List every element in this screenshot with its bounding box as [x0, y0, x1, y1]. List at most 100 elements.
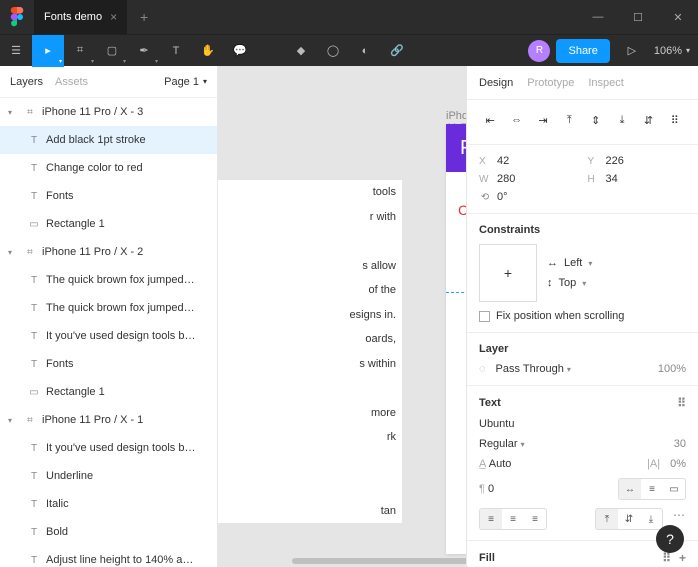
artboard-header: Fonts [446, 124, 466, 172]
text-align-right-icon[interactable]: ≡ [524, 509, 546, 529]
zoom-control[interactable]: 106%▾ [654, 45, 690, 57]
text-align-middle-icon[interactable]: ⇵ [618, 509, 640, 529]
link-icon[interactable]: 🔗 [381, 35, 413, 67]
align-left-icon[interactable]: ⇤ [479, 110, 501, 130]
auto-width-icon[interactable]: ↔ [619, 479, 641, 499]
height-input[interactable]: H34 [588, 173, 687, 185]
assets-tab[interactable]: Assets [55, 76, 88, 88]
layer-item[interactable]: TThe quick brown fox jumped..... [0, 294, 217, 322]
rotation-icon: ⟲ [479, 191, 491, 203]
prototype-tab[interactable]: Prototype [527, 77, 574, 89]
layer-item[interactable]: TItalic [0, 490, 217, 518]
boolean-icon[interactable]: ◐ [349, 35, 381, 67]
user-avatar[interactable]: R [528, 40, 550, 62]
pen-tool[interactable]: ✒▾ [128, 35, 160, 67]
layer-item[interactable]: TBold [0, 518, 217, 546]
tidy-icon[interactable]: ⠿ [664, 110, 686, 130]
text-align-center-icon[interactable]: ≡ [502, 509, 524, 529]
main-menu-button[interactable]: ☰ [0, 35, 32, 67]
close-tab-icon[interactable]: × [110, 10, 117, 24]
window-close-icon[interactable]: ✕ [658, 0, 698, 34]
help-button[interactable]: ? [656, 525, 684, 553]
partial-artboard[interactable]: toolsr with s allowof theesigns in.oards… [218, 180, 402, 523]
fixed-size-icon[interactable]: ▭ [663, 479, 685, 499]
layer-item[interactable]: TFonts [0, 182, 217, 210]
share-button[interactable]: Share [556, 39, 609, 63]
fill-style-icon[interactable]: ⠿ [662, 551, 671, 565]
text-align-left-icon[interactable]: ≡ [480, 509, 502, 529]
window-minimize-icon[interactable]: — [578, 0, 618, 34]
layer-item[interactable]: TFonts [0, 350, 217, 378]
x-input[interactable]: X42 [479, 155, 578, 167]
horizontal-constraint-select[interactable]: ↔Left▾ [547, 257, 592, 269]
line-height-input[interactable]: Auto [489, 458, 512, 470]
font-family-select[interactable]: Ubuntu [479, 418, 686, 430]
inspect-tab[interactable]: Inspect [588, 77, 623, 89]
layer-item[interactable]: TUnderline [0, 462, 217, 490]
y-input[interactable]: Y226 [588, 155, 687, 167]
layer-item[interactable]: TThe quick brown fox jumped..... [0, 266, 217, 294]
canvas[interactable]: toolsr with s allowof theesigns in.oards… [218, 66, 466, 567]
layer-opacity-input[interactable]: 100% [658, 363, 686, 375]
paragraph-spacing-input[interactable]: 0 [488, 483, 494, 495]
design-tab[interactable]: Design [479, 77, 513, 89]
layer-item[interactable]: TAdjust line height to 140% an... [0, 546, 217, 567]
align-bottom-icon[interactable]: ⤓ [611, 110, 633, 130]
add-fill-button[interactable]: + [679, 551, 686, 565]
distribute-icon[interactable]: ⇵ [637, 110, 659, 130]
text-tool[interactable]: T [160, 35, 192, 67]
component-icon[interactable]: ◆ [285, 35, 317, 67]
text-valign-group[interactable]: ⤒ ⇵ ⤓ [595, 508, 663, 530]
move-tool[interactable]: ▸▾ [32, 35, 64, 67]
window-maximize-icon[interactable]: ☐ [618, 0, 658, 34]
text-resize-group[interactable]: ↔ ≡ ▭ [618, 478, 686, 500]
align-top-icon[interactable]: ⤒ [558, 110, 580, 130]
layer-frame[interactable]: ▾⌗iPhone 11 Pro / X - 2 [0, 238, 217, 266]
align-hcenter-icon[interactable]: ⇔ [505, 110, 527, 130]
red-text-layer[interactable]: Change color to red [458, 202, 466, 218]
line-height-icon: A̲ [479, 458, 486, 470]
page-selector[interactable]: Page 1▾ [164, 76, 207, 88]
text-align-bottom-icon[interactable]: ⤓ [640, 509, 662, 529]
blend-mode-select[interactable]: Pass Through ▾ [496, 363, 571, 375]
layer-item[interactable]: TAdd black 1pt stroke [0, 126, 217, 154]
align-vcenter-icon[interactable]: ⇕ [585, 110, 607, 130]
comment-tool[interactable]: 💬 [224, 35, 256, 67]
font-size-input[interactable]: 30 [674, 438, 686, 450]
layer-list: ▾⌗iPhone 11 Pro / X - 3TAdd black 1pt st… [0, 98, 217, 567]
horizontal-scrollbar[interactable] [292, 558, 466, 564]
text-align-top-icon[interactable]: ⤒ [596, 509, 618, 529]
width-input[interactable]: W280 [479, 173, 578, 185]
layer-section-title: Layer [479, 343, 686, 355]
layers-tab[interactable]: Layers [10, 76, 43, 88]
letter-spacing-input[interactable]: 0% [670, 458, 686, 470]
toolbar: ☰ ▸▾ ⌗▾ ▢▾ ✒▾ T ✋ 💬 ◆ ◯ ◐ 🔗 R Share ▷ 10… [0, 34, 698, 66]
align-right-icon[interactable]: ⇥ [532, 110, 554, 130]
layer-item[interactable]: ▭Rectangle 1 [0, 378, 217, 406]
shape-tool[interactable]: ▢▾ [96, 35, 128, 67]
auto-height-icon[interactable]: ≡ [641, 479, 663, 499]
vertical-constraint-select[interactable]: ↕Top▾ [547, 277, 592, 289]
file-tab-title: Fonts demo [44, 11, 102, 23]
text-style-icon[interactable]: ⠿ [677, 396, 686, 410]
layer-frame[interactable]: ▾⌗iPhone 11 Pro / X - 3 [0, 98, 217, 126]
font-weight-select[interactable]: Regular ▾ [479, 438, 525, 450]
layer-item[interactable]: ▭Rectangle 1 [0, 210, 217, 238]
layer-item[interactable]: TIt you've used design tools be... [0, 322, 217, 350]
artboard-iphone3[interactable]: Fonts Change color to red Add black 1pt … [446, 124, 466, 554]
new-tab-button[interactable]: + [127, 9, 161, 25]
rotation-input[interactable]: 0° [497, 191, 508, 203]
file-tab[interactable]: Fonts demo × [34, 0, 127, 34]
fix-position-checkbox[interactable]: Fix position when scrolling [479, 310, 686, 322]
constraints-widget[interactable] [479, 244, 537, 302]
layer-item[interactable]: TChange color to red [0, 154, 217, 182]
figma-logo-icon[interactable] [0, 0, 34, 34]
layer-frame[interactable]: ▾⌗iPhone 11 Pro / X - 1 [0, 406, 217, 434]
letter-spacing-icon: |A| [647, 458, 660, 470]
frame-tool[interactable]: ⌗▾ [64, 35, 96, 67]
mask-icon[interactable]: ◯ [317, 35, 349, 67]
layer-item[interactable]: TIt you've used design tools be... [0, 434, 217, 462]
present-button[interactable]: ▷ [616, 35, 648, 67]
hand-tool[interactable]: ✋ [192, 35, 224, 67]
text-halign-group[interactable]: ≡ ≡ ≡ [479, 508, 547, 530]
